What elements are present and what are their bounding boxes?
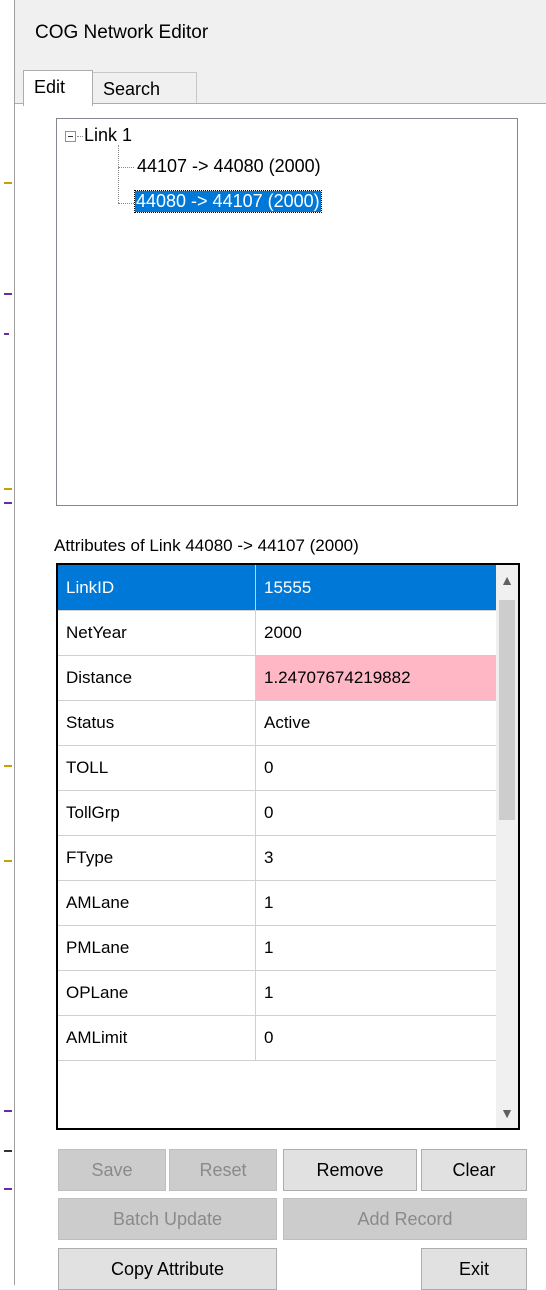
collapse-icon[interactable] — [65, 131, 76, 142]
attribute-name: AMLimit — [58, 1015, 256, 1060]
save-button[interactable]: Save — [58, 1149, 166, 1191]
map-feature — [4, 502, 12, 504]
attribute-row[interactable]: OPLane 1 — [58, 970, 496, 1016]
reset-button[interactable]: Reset — [169, 1149, 277, 1191]
attribute-row[interactable]: TOLL 0 — [58, 745, 496, 791]
tree-node-link[interactable]: Link 1 — [84, 125, 132, 146]
attribute-name: TollGrp — [58, 790, 256, 835]
attribute-name: OPLane — [58, 970, 256, 1015]
edit-tab-page: Link 1 44107 -> 44080 (2000) 44080 -> 44… — [15, 103, 546, 1290]
tree-connector — [118, 167, 134, 168]
tree-node-direction-2[interactable]: 44080 -> 44107 (2000) — [134, 190, 322, 213]
grid-scrollbar[interactable]: ▲ ▼ — [496, 565, 518, 1128]
attribute-value[interactable]: Active — [256, 700, 496, 745]
chevron-down-icon[interactable]: ▼ — [496, 1098, 518, 1128]
network-editor-panel: COG Network Editor Edit Search Link 1 44… — [14, 0, 546, 1290]
tree-connector — [118, 145, 119, 203]
batch-update-button[interactable]: Batch Update — [58, 1198, 277, 1240]
attribute-value[interactable]: 0 — [256, 790, 496, 835]
attribute-value[interactable]: 15555 — [256, 565, 496, 610]
attribute-name: TOLL — [58, 745, 256, 790]
attribute-name: PMLane — [58, 925, 256, 970]
map-feature — [4, 182, 12, 184]
scrollbar-thumb[interactable] — [499, 600, 515, 820]
attribute-row[interactable]: PMLane 1 — [58, 925, 496, 971]
chevron-up-icon[interactable]: ▲ — [496, 565, 518, 595]
attribute-row[interactable]: Status Active — [58, 700, 496, 746]
map-feature — [4, 488, 12, 490]
map-feature — [4, 1150, 12, 1152]
attribute-name: Distance — [58, 655, 256, 700]
map-canvas-edge[interactable] — [0, 0, 14, 1285]
attribute-value[interactable]: 0 — [256, 745, 496, 790]
attribute-name: FType — [58, 835, 256, 880]
attribute-row[interactable]: AMLane 1 — [58, 880, 496, 926]
attribute-value[interactable]: 3 — [256, 835, 496, 880]
tree-connector — [77, 136, 83, 137]
attribute-row[interactable]: LinkID 15555 — [58, 565, 496, 611]
copy-attribute-button[interactable]: Copy Attribute — [58, 1248, 277, 1290]
map-feature — [4, 1110, 12, 1112]
attributes-caption: Attributes of Link 44080 -> 44107 (2000) — [54, 536, 359, 555]
attribute-name: Status — [58, 700, 256, 745]
attribute-row[interactable]: AMLimit 0 — [58, 1015, 496, 1061]
tree-node-direction-1[interactable]: 44107 -> 44080 (2000) — [137, 156, 321, 177]
attribute-value[interactable]: 1 — [256, 925, 496, 970]
map-feature — [4, 293, 12, 295]
attribute-row[interactable]: FType 3 — [58, 835, 496, 881]
attribute-row[interactable]: TollGrp 0 — [58, 790, 496, 836]
window-title: COG Network Editor — [35, 22, 209, 43]
map-feature — [4, 1188, 12, 1190]
map-feature — [4, 333, 9, 335]
add-record-button[interactable]: Add Record — [283, 1198, 527, 1240]
attribute-value[interactable]: 1 — [256, 880, 496, 925]
attribute-value[interactable]: 0 — [256, 1015, 496, 1060]
attribute-name: LinkID — [58, 565, 256, 610]
clear-button[interactable]: Clear — [421, 1149, 527, 1191]
link-tree[interactable]: Link 1 44107 -> 44080 (2000) 44080 -> 44… — [56, 118, 518, 506]
remove-button[interactable]: Remove — [283, 1149, 417, 1191]
tab-strip: Edit Search — [15, 70, 546, 106]
attribute-value[interactable]: 2000 — [256, 610, 496, 655]
exit-button[interactable]: Exit — [421, 1248, 527, 1290]
attribute-name: AMLane — [58, 880, 256, 925]
attribute-value[interactable]: 1.24707674219882 — [256, 655, 496, 700]
attribute-name: NetYear — [58, 610, 256, 655]
attribute-value[interactable]: 1 — [256, 970, 496, 1015]
tab-edit[interactable]: Edit — [23, 70, 93, 106]
attribute-row[interactable]: NetYear 2000 — [58, 610, 496, 656]
map-feature — [4, 765, 12, 767]
tree-connector — [118, 203, 134, 204]
attribute-row[interactable]: Distance 1.24707674219882 — [58, 655, 496, 701]
map-feature — [4, 860, 12, 862]
attributes-grid[interactable]: LinkID 15555 NetYear 2000 Distance 1.247… — [56, 563, 520, 1130]
tab-search[interactable]: Search — [92, 72, 197, 104]
